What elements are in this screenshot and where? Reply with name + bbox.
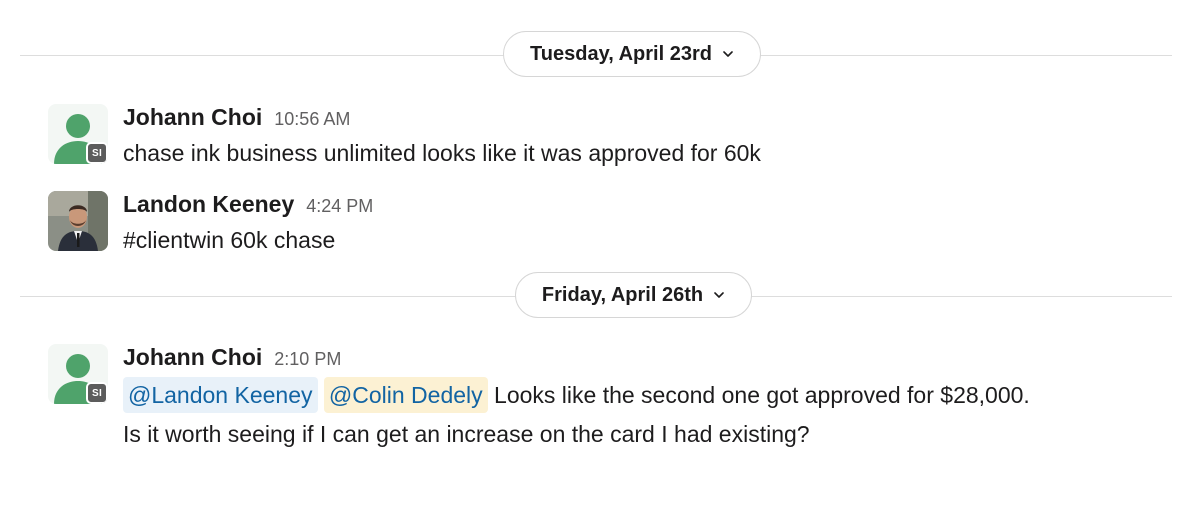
message-timestamp[interactable]: 4:24 PM <box>306 196 373 217</box>
org-badge: SI <box>86 142 108 164</box>
message-text: chase ink business unlimited looks like … <box>123 140 761 166</box>
message-item: SI Johann Choi 2:10 PM @Landon Keeney @C… <box>48 344 1180 464</box>
message-text: @Landon Keeney @Colin Dedely Looks like … <box>123 376 1180 454</box>
chevron-down-icon <box>722 48 734 60</box>
avatar[interactable]: SI <box>48 104 108 164</box>
date-divider-friday[interactable]: Friday, April 26th <box>515 272 752 318</box>
message-text-line: Is it worth seeing if I can get an incre… <box>123 421 810 447</box>
message-item: Landon Keeney 4:24 PM #clientwin 60k cha… <box>48 191 1180 253</box>
profile-photo-icon <box>48 191 108 251</box>
date-divider-label: Tuesday, April 23rd <box>530 42 712 65</box>
chevron-down-icon <box>713 289 725 301</box>
message-text: #clientwin 60k chase <box>123 227 336 253</box>
message-text-line: Looks like the second one got approved f… <box>494 382 1030 408</box>
user-mention[interactable]: @Colin Dedely <box>323 377 488 413</box>
date-divider-label: Friday, April 26th <box>541 283 704 306</box>
avatar[interactable]: SI <box>48 344 108 404</box>
sender-name[interactable]: Landon Keeney <box>123 191 294 218</box>
message-timestamp[interactable]: 10:56 AM <box>274 109 350 130</box>
sender-name[interactable]: Johann Choi <box>123 344 262 371</box>
message-timestamp[interactable]: 2:10 PM <box>274 349 341 370</box>
avatar[interactable] <box>48 191 108 251</box>
date-divider-tuesday[interactable]: Tuesday, April 23rd <box>503 31 761 77</box>
message-item: SI Johann Choi 10:56 AM chase ink busine… <box>48 104 1180 166</box>
user-mention[interactable]: @Landon Keeney <box>123 377 318 413</box>
sender-name[interactable]: Johann Choi <box>123 104 262 131</box>
org-badge: SI <box>86 382 108 404</box>
